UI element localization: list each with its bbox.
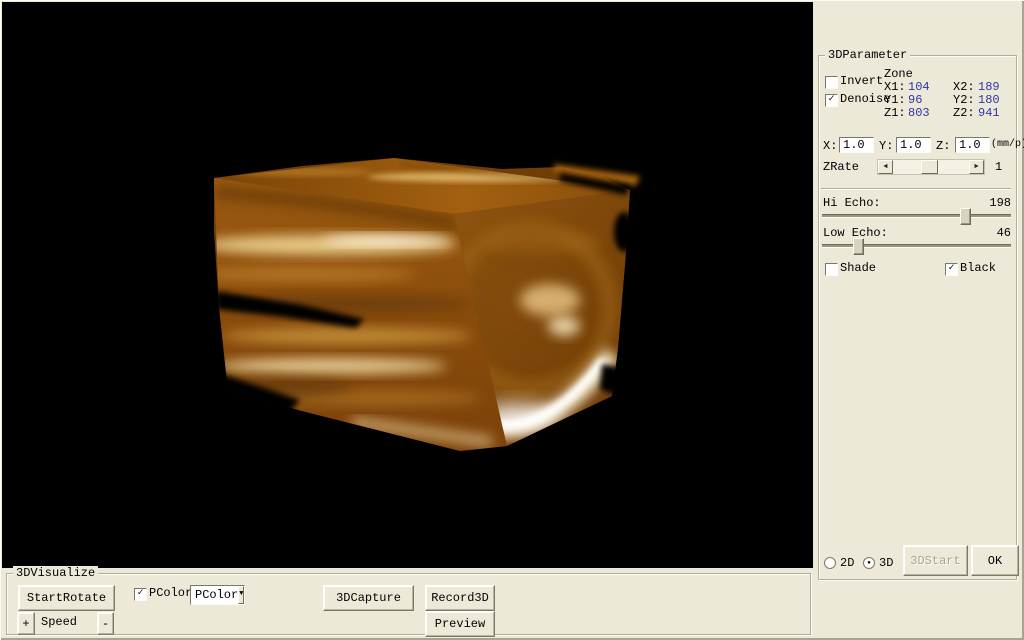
x-scale-label: X: [823, 140, 837, 152]
zrate-scroll-thumb[interactable] [921, 160, 938, 174]
pcolor-dropdown[interactable]: PColor ▼ [190, 585, 245, 605]
black-label: Black [960, 262, 996, 274]
zrate-label: ZRate [823, 161, 859, 173]
z-scale-label: Z: [936, 140, 950, 152]
visualize-group-title: 3DVisualize [13, 566, 98, 580]
visualize-panel: 3DVisualize StartRotate + Speed - ✓ PCol… [0, 568, 813, 640]
zone-z1-value: 803 [908, 107, 930, 119]
zone-y2-value: 180 [978, 94, 1000, 106]
pcolor-checkbox[interactable]: ✓ [134, 588, 147, 601]
shade-label: Shade [840, 262, 876, 274]
zone-z2-value: 941 [978, 107, 1000, 119]
zone-x1-value: 104 [908, 81, 930, 93]
capture3d-button[interactable]: 3DCapture [323, 585, 414, 611]
zrate-scroll-right-icon[interactable]: ► [969, 160, 984, 174]
chevron-down-icon[interactable]: ▼ [238, 586, 244, 604]
volume-render-3d [2, 2, 813, 568]
application-window: 3DParameter Invert ✓ Denoise Zone X1: 10… [0, 0, 1024, 640]
pcolor-label: PColor [149, 587, 192, 599]
y-scale-label: Y: [879, 140, 893, 152]
preview-button[interactable]: Preview [425, 611, 495, 637]
zone-x1-label: X1: [884, 81, 906, 93]
hi-echo-label: Hi Echo: [823, 197, 881, 209]
zone-y2-label: Y2: [953, 94, 975, 106]
zone-y1-value: 96 [908, 94, 922, 106]
shade-checkbox[interactable] [825, 263, 838, 276]
speed-minus-button[interactable]: - [97, 612, 114, 635]
hi-echo-value: 198 [967, 197, 1011, 209]
speed-label: Speed [41, 616, 77, 628]
parameter-panel: 3DParameter Invert ✓ Denoise Zone X1: 10… [813, 0, 1024, 640]
record3d-button[interactable]: Record3D [425, 585, 495, 611]
separator-line [821, 188, 1011, 190]
low-echo-value: 46 [967, 227, 1011, 239]
zone-label: Zone [884, 68, 913, 80]
zone-y1-label: Y1: [884, 94, 906, 106]
scale-unit-label: (mm/p) [991, 139, 1024, 151]
low-echo-slider-track[interactable] [822, 244, 1011, 248]
black-checkbox[interactable]: ✓ [945, 263, 958, 276]
x-scale-input[interactable] [839, 137, 874, 153]
visualize-groupbox: 3DVisualize StartRotate + Speed - ✓ PCol… [6, 573, 811, 635]
mode-3d-label: 3D [879, 557, 893, 569]
hi-echo-slider-thumb[interactable] [960, 208, 971, 225]
zrate-scroll-left-icon[interactable]: ◄ [878, 160, 893, 174]
zone-x2-label: X2: [953, 81, 975, 93]
z-scale-input[interactable] [955, 137, 990, 153]
hi-echo-slider-track[interactable] [822, 214, 1011, 218]
denoise-label: Denoise [840, 93, 890, 105]
mode-2d-radio[interactable] [824, 557, 836, 569]
speed-plus-button[interactable]: + [17, 612, 35, 635]
zrate-value: 1 [995, 161, 1002, 173]
low-echo-slider-thumb[interactable] [853, 238, 864, 255]
invert-checkbox[interactable] [825, 76, 838, 89]
ok-button[interactable]: OK [971, 545, 1019, 576]
zrate-scrollbar[interactable]: ◄ ► [877, 159, 985, 175]
mode-3d-radio[interactable]: ● [863, 557, 875, 569]
mode-2d-label: 2D [840, 557, 854, 569]
render-viewport[interactable] [2, 2, 813, 568]
start-rotate-button[interactable]: StartRotate [18, 585, 115, 611]
parameter-groupbox: 3DParameter Invert ✓ Denoise Zone X1: 10… [818, 55, 1017, 580]
invert-label: Invert [840, 75, 883, 87]
zone-z2-label: Z2: [953, 107, 975, 119]
zone-z1-label: Z1: [884, 107, 906, 119]
denoise-checkbox[interactable]: ✓ [825, 94, 838, 107]
y-scale-input[interactable] [896, 137, 931, 153]
zone-x2-value: 189 [978, 81, 1000, 93]
parameter-group-title: 3DParameter [825, 48, 910, 62]
start3d-button[interactable]: 3DStart [903, 545, 968, 576]
pcolor-dropdown-value: PColor [191, 587, 238, 603]
